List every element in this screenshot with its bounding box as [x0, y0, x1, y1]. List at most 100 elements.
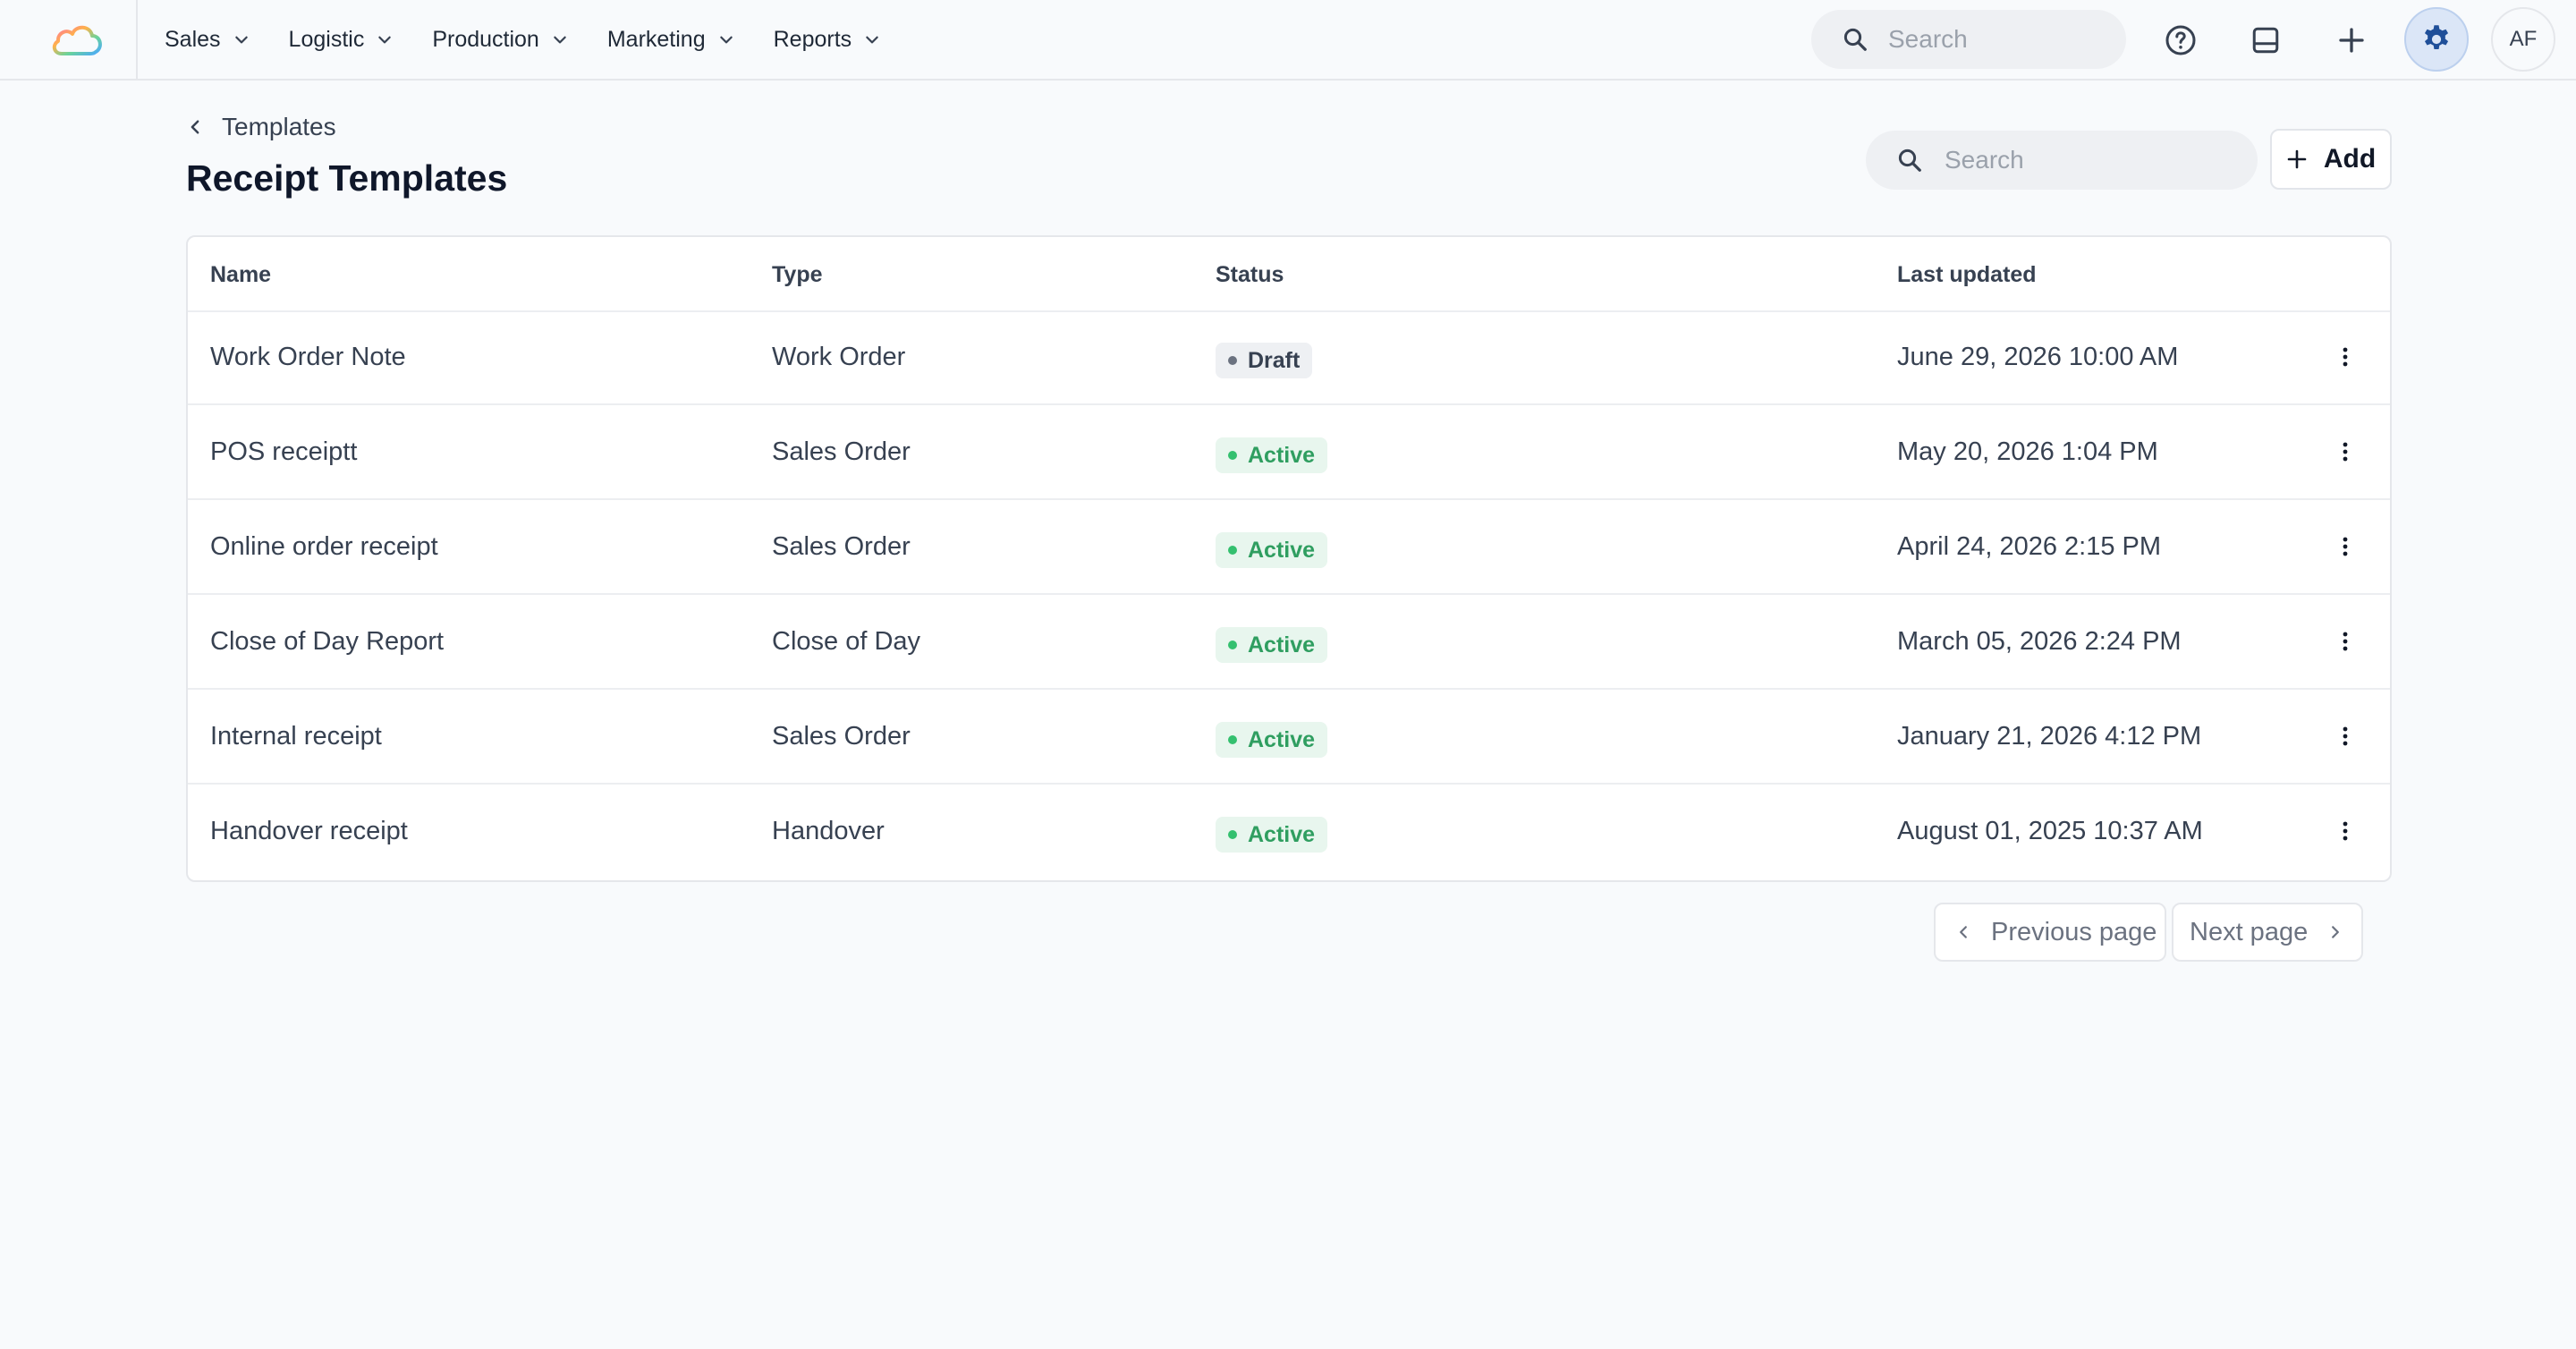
row-actions-button[interactable] [2327, 339, 2363, 375]
nav-item-label: Production [432, 26, 539, 52]
top-navigation-bar: Sales Logistic Production Marketing Repo… [0, 0, 2576, 81]
status-dot [1228, 830, 1237, 839]
status-label: Active [1248, 821, 1316, 847]
create-button[interactable] [2326, 15, 2377, 65]
status-dot [1228, 451, 1237, 460]
template-type: Sales Order [772, 437, 911, 466]
page-title: Receipt Templates [186, 157, 508, 199]
previous-page-label: Previous page [1991, 917, 2157, 946]
logo-cloud-icon[interactable] [49, 18, 106, 61]
more-vertical-icon [2343, 632, 2348, 651]
more-vertical-icon [2343, 347, 2348, 367]
last-updated: January 21, 2026 4:12 PM [1897, 722, 2202, 751]
chevron-down-icon [378, 36, 392, 44]
column-header-type[interactable]: Type [772, 262, 823, 288]
status-badge: Active [1216, 817, 1328, 853]
status-badge: Active [1216, 532, 1328, 568]
template-name[interactable]: Handover receipt [210, 817, 408, 846]
status-dot [1228, 735, 1237, 744]
template-name[interactable]: Work Order Note [210, 343, 406, 372]
templates-search[interactable] [1866, 131, 2258, 190]
template-name[interactable]: Online order receipt [210, 532, 438, 562]
last-updated: March 05, 2026 2:24 PM [1897, 627, 2182, 656]
chevron-down-icon [719, 36, 733, 44]
last-updated: June 29, 2026 10:00 AM [1897, 343, 2179, 371]
last-updated: April 24, 2026 2:15 PM [1897, 532, 2162, 561]
search-icon [1843, 28, 1867, 51]
row-actions-button[interactable] [2327, 718, 2363, 754]
status-label: Active [1248, 726, 1316, 752]
chevron-left-icon [1960, 926, 1967, 938]
status-dot [1228, 641, 1237, 649]
status-badge: Active [1216, 627, 1328, 663]
status-badge: Active [1216, 722, 1328, 758]
avatar-initials: AF [2509, 27, 2538, 51]
template-type: Work Order [772, 343, 906, 371]
nav-item-marketing[interactable]: Marketing [607, 27, 734, 53]
table-row[interactable]: Work Order Note Work Order Draft June 29… [188, 310, 2390, 405]
plus-icon [2339, 28, 2364, 53]
status-badge: Active [1216, 437, 1328, 473]
template-type: Sales Order [772, 722, 911, 751]
status-badge: Draft [1216, 343, 1313, 378]
row-actions-button[interactable] [2327, 529, 2363, 564]
help-button[interactable] [2156, 15, 2206, 65]
template-type: Handover [772, 817, 885, 845]
table-row[interactable]: Online order receipt Sales Order Active … [188, 500, 2390, 595]
previous-page-button[interactable]: Previous page [1934, 903, 2166, 962]
nav-item-sales[interactable]: Sales [165, 27, 250, 53]
templates-table: Name Type Status Last updated Work Order… [186, 235, 2392, 882]
breadcrumb-back-link[interactable]: Templates [186, 113, 336, 141]
add-button-label: Add [2323, 144, 2377, 174]
templates-search-input[interactable] [1943, 145, 2233, 175]
template-name[interactable]: Close of Day Report [210, 627, 444, 657]
more-vertical-icon [2343, 442, 2348, 462]
nav-item-production[interactable]: Production [432, 27, 568, 53]
status-label: Active [1248, 442, 1316, 468]
row-actions-button[interactable] [2327, 813, 2363, 849]
row-actions-button[interactable] [2327, 434, 2363, 470]
status-dot [1228, 546, 1237, 555]
nav-item-logistic[interactable]: Logistic [289, 27, 394, 53]
inbox-button[interactable] [2241, 15, 2291, 65]
more-vertical-icon [2343, 821, 2348, 841]
column-header-name[interactable]: Name [210, 262, 271, 288]
user-avatar[interactable]: AF [2491, 7, 2555, 72]
global-search-input[interactable] [1886, 24, 2105, 55]
nav-item-label: Reports [773, 26, 852, 52]
table-header: Name Type Status Last updated [188, 237, 2390, 312]
nav-item-label: Marketing [606, 26, 706, 52]
nav-item-reports[interactable]: Reports [774, 27, 881, 53]
template-type: Sales Order [772, 532, 911, 561]
next-page-button[interactable]: Next page [2172, 903, 2363, 962]
chevron-down-icon [554, 36, 566, 44]
chevron-down-icon [866, 36, 878, 44]
status-dot [1228, 356, 1237, 365]
table-row[interactable]: Handover receipt Handover Active August … [188, 785, 2390, 879]
last-updated: May 20, 2026 1:04 PM [1897, 437, 2158, 466]
last-updated: August 01, 2025 10:37 AM [1897, 817, 2203, 845]
chevron-down-icon [234, 36, 248, 44]
table-row[interactable]: Internal receipt Sales Order Active Janu… [188, 690, 2390, 785]
breadcrumb-label: Templates [222, 113, 336, 140]
column-header-status[interactable]: Status [1216, 262, 1284, 288]
chevron-left-icon [191, 120, 199, 134]
gear-icon [2424, 25, 2449, 49]
topbar-divider [136, 0, 138, 81]
add-template-button[interactable]: Add [2270, 129, 2392, 190]
more-vertical-icon [2343, 537, 2348, 556]
search-icon [1898, 148, 1921, 172]
global-search[interactable] [1811, 10, 2126, 69]
template-name[interactable]: POS receiptt [210, 437, 357, 467]
column-header-last-updated[interactable]: Last updated [1897, 262, 2037, 288]
template-name[interactable]: Internal receipt [210, 722, 382, 751]
table-row[interactable]: POS receiptt Sales Order Active May 20, … [188, 405, 2390, 500]
settings-button[interactable] [2404, 7, 2469, 72]
help-icon [2165, 25, 2196, 55]
plus-icon [2287, 149, 2307, 169]
table-row[interactable]: Close of Day Report Close of Day Active … [188, 595, 2390, 690]
nav-item-label: Sales [165, 26, 221, 52]
inbox-icon [2252, 27, 2279, 54]
status-label: Active [1248, 632, 1316, 658]
row-actions-button[interactable] [2327, 624, 2363, 659]
